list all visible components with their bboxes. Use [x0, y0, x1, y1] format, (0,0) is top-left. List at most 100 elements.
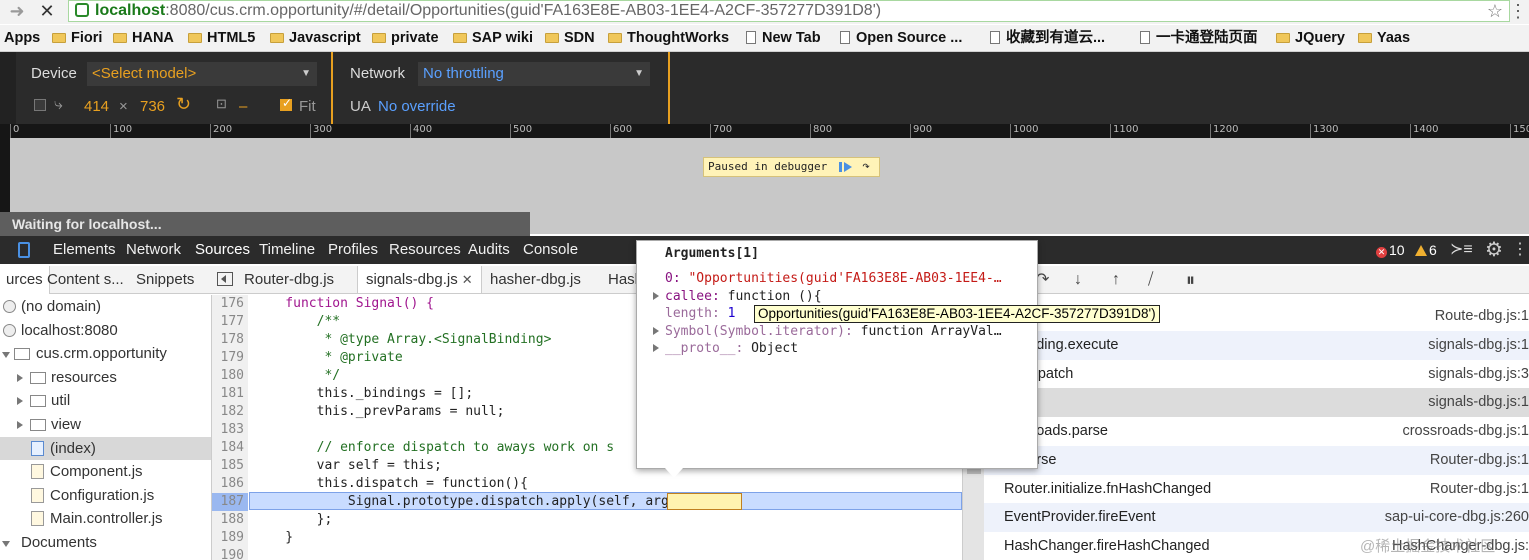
- bookmark-javascript[interactable]: Javascript: [270, 25, 361, 51]
- property-row-proto[interactable]: __proto__: Object: [653, 340, 798, 357]
- user-agent-input[interactable]: No override: [378, 98, 456, 115]
- inspect-icon[interactable]: [0, 236, 12, 264]
- line-number[interactable]: 188: [212, 511, 248, 529]
- browser-menu-icon[interactable]: ⋮: [1509, 0, 1527, 22]
- device-mode-icon[interactable]: [18, 242, 30, 258]
- tree-item-main-controller-js[interactable]: Main.controller.js: [0, 507, 211, 531]
- viewport-width-input[interactable]: 414: [84, 98, 109, 115]
- tree-item-documents[interactable]: Documents: [0, 531, 211, 555]
- bookmark-thoughtworks[interactable]: ThoughtWorks: [608, 25, 729, 51]
- warning-count-badge[interactable]: 6: [1415, 236, 1437, 264]
- line-number[interactable]: 179: [212, 349, 248, 367]
- close-tab-icon[interactable]: ✕: [462, 272, 473, 287]
- bookmark-youdao[interactable]: 收藏到有道云...: [990, 25, 1105, 51]
- tree-item-util[interactable]: util: [0, 389, 211, 413]
- bookmark-open-source[interactable]: Open Source ...: [840, 25, 962, 51]
- line-number[interactable]: 184: [212, 439, 248, 457]
- gear-icon[interactable]: ⚙: [1485, 236, 1503, 264]
- tab-snippets[interactable]: Snippets: [130, 266, 200, 294]
- tab-audits[interactable]: Audits: [468, 236, 510, 264]
- bookmark-card-login[interactable]: 一卡通登陆页面: [1140, 25, 1258, 51]
- stop-loading-icon[interactable]: ✕: [34, 0, 60, 22]
- resume-icon[interactable]: [837, 160, 853, 174]
- line-number[interactable]: 177: [212, 313, 248, 331]
- tree-item-localhost[interactable]: localhost:8080: [0, 319, 211, 343]
- expand-arrow-icon[interactable]: [653, 292, 659, 300]
- tree-item-resources[interactable]: resources: [0, 366, 211, 390]
- tree-item-no-domain[interactable]: (no domain): [0, 295, 211, 319]
- tree-item-cus-crm-opportunity[interactable]: cus.crm.opportunity: [0, 342, 211, 366]
- fit-checkbox[interactable]: [280, 96, 292, 111]
- call-frame[interactable]: alBinding.execute signals-dbg.js:1: [984, 331, 1529, 360]
- network-throttling-select[interactable]: No throttling ▼: [418, 62, 650, 86]
- address-bar[interactable]: localhost:8080/cus.crm.opportunity/#/det…: [68, 0, 1510, 22]
- call-frame[interactable]: rossroads.parse crossroads-dbg.js:1: [984, 417, 1529, 446]
- bookmark-jquery[interactable]: JQuery: [1276, 25, 1345, 51]
- device-select[interactable]: <Select model> ▼: [87, 62, 317, 86]
- bookmark-html5[interactable]: HTML5: [188, 25, 255, 51]
- viewport-height-input[interactable]: 736: [140, 98, 165, 115]
- tab-elements[interactable]: Elements: [53, 236, 116, 264]
- editor-tab-hash-changer[interactable]: Hash: [600, 266, 640, 293]
- step-over-icon[interactable]: ↷: [1036, 266, 1049, 294]
- property-row-0[interactable]: 0: "Opportunities(guid'FA163E8E-AB03-1EE…: [665, 270, 1002, 287]
- tab-profiles[interactable]: Profiles: [328, 236, 378, 264]
- step-into-icon[interactable]: ↓: [1074, 266, 1082, 294]
- bookmark-yaas[interactable]: Yaas: [1358, 25, 1410, 51]
- error-count-badge[interactable]: ✕ 10: [1376, 236, 1405, 264]
- call-frame[interactable]: EventProvider.fireEvent sap-ui-core-dbg.j…: [984, 503, 1529, 532]
- forward-arrow-icon[interactable]: ➜: [4, 0, 30, 22]
- dpr-value[interactable]: –: [239, 98, 247, 115]
- deactivate-breakpoints-icon[interactable]: ⧸: [1148, 266, 1153, 294]
- line-number[interactable]: 190: [212, 547, 248, 560]
- editor-tab-signals[interactable]: signals-dbg.js ✕: [357, 266, 482, 293]
- line-number[interactable]: 189: [212, 529, 248, 547]
- bookmark-star-icon[interactable]: ☆: [1485, 0, 1505, 22]
- line-number-current[interactable]: 187: [212, 493, 248, 511]
- editor-tab-hasher[interactable]: hasher-dbg.js: [482, 266, 581, 293]
- step-over-icon[interactable]: ↷: [857, 159, 875, 175]
- bookmark-apps[interactable]: Apps: [4, 25, 40, 51]
- tree-item-index[interactable]: (index): [0, 436, 211, 461]
- line-number[interactable]: 183: [212, 421, 248, 439]
- call-frame[interactable]: er.parseRouter-dbg.js:1: [984, 446, 1529, 475]
- tree-item-component-js[interactable]: Component.js: [0, 460, 211, 484]
- tab-resources[interactable]: Resources: [389, 236, 461, 264]
- toggle-navigator-icon[interactable]: [217, 272, 233, 286]
- property-row-callee[interactable]: callee: function (){: [653, 288, 822, 305]
- property-row-symbol-iterator[interactable]: Symbol(Symbol.iterator): function ArrayV…: [653, 323, 1002, 340]
- bookmark-private[interactable]: private: [372, 25, 439, 51]
- tab-sources[interactable]: Sources: [195, 236, 250, 264]
- bookmark-new-tab[interactable]: New Tab: [746, 25, 821, 51]
- editor-tab-router[interactable]: Router-dbg.js: [234, 266, 334, 293]
- call-frame-selected[interactable]: tchsignals-dbg.js:1: [984, 388, 1529, 417]
- tree-item-view[interactable]: view: [0, 413, 211, 437]
- line-number[interactable]: 180: [212, 367, 248, 385]
- property-row-length[interactable]: length: 1: [665, 305, 735, 322]
- tab-network[interactable]: Network: [126, 236, 181, 264]
- line-number[interactable]: 176: [212, 295, 248, 313]
- expand-arrow-icon[interactable]: [653, 344, 659, 352]
- tab-timeline[interactable]: Timeline: [259, 236, 315, 264]
- swap-dimensions-icon[interactable]: ↻: [176, 94, 191, 115]
- bookmark-sap-wiki[interactable]: SAP wiki: [453, 25, 533, 51]
- pause-on-exceptions-icon[interactable]: ⏸: [1186, 266, 1195, 294]
- console-drawer-icon[interactable]: ≻≡: [1450, 236, 1473, 264]
- tree-item-configuration-js[interactable]: Configuration.js: [0, 484, 211, 508]
- line-number[interactable]: 182: [212, 403, 248, 421]
- bookmark-sdn[interactable]: SDN: [545, 25, 595, 51]
- bookmark-hana[interactable]: HANA: [113, 25, 174, 51]
- bookmark-fiori[interactable]: Fiori: [52, 25, 102, 51]
- more-options-icon[interactable]: ⋮: [1512, 236, 1528, 264]
- call-frame[interactable]: al.dispatch signals-dbg.js:3: [984, 360, 1529, 389]
- tab-console[interactable]: Console: [523, 236, 578, 264]
- hovered-arguments-token[interactable]: [667, 493, 742, 510]
- line-number[interactable]: 181: [212, 385, 248, 403]
- tab-content-scripts[interactable]: Content s...: [41, 266, 130, 294]
- page-info-icon[interactable]: [75, 3, 89, 17]
- line-number[interactable]: 185: [212, 457, 248, 475]
- emulate-checkbox[interactable]: [34, 99, 46, 111]
- line-number[interactable]: 178: [212, 331, 248, 349]
- line-number[interactable]: 186: [212, 475, 248, 493]
- expand-arrow-icon[interactable]: [653, 327, 659, 335]
